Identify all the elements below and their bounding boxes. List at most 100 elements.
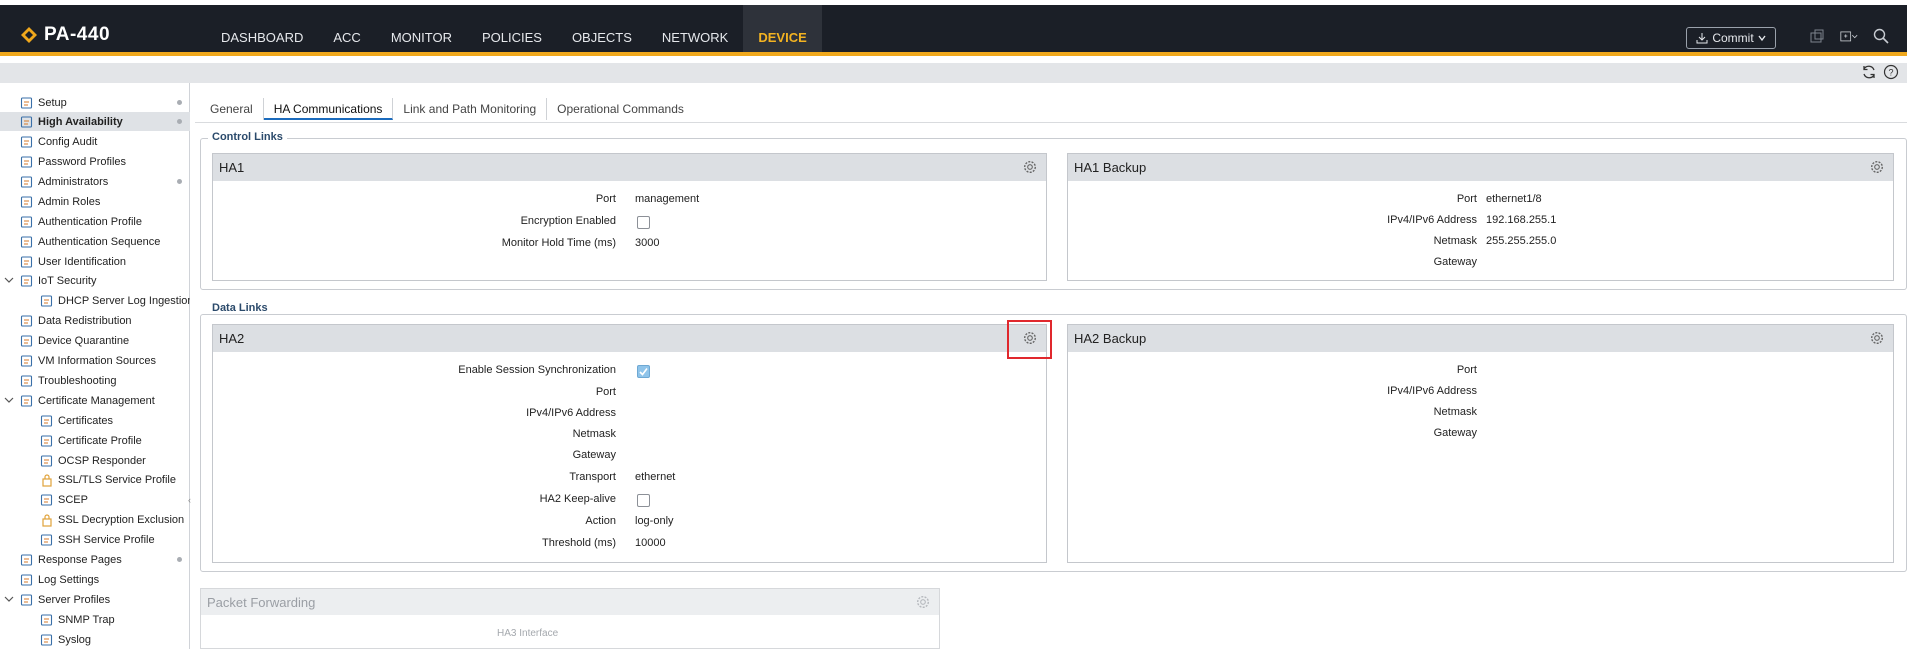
sidebar-item[interactable]: SSL/TLS Service Profile (0, 470, 190, 489)
nav-dashboard[interactable]: DASHBOARD (206, 5, 318, 52)
sidebar-item[interactable]: SSH Service Profile (0, 530, 190, 549)
ha2-sync-checkbox[interactable] (637, 365, 650, 378)
ha2-gear-highlight (1007, 320, 1052, 359)
nav-monitor[interactable]: MONITOR (376, 5, 467, 52)
nav-device[interactable]: DEVICE (743, 5, 822, 52)
chevron-down-icon (1758, 35, 1766, 42)
tab-bar: General HA Communications Link and Path … (200, 96, 694, 122)
sidebar-item-label: User Identification (38, 255, 127, 268)
ha2-action-value: log-only (635, 515, 674, 527)
nav-objects[interactable]: OBJECTS (557, 5, 647, 52)
gear-icon[interactable] (1022, 159, 1038, 175)
lock-config-icon[interactable] (1808, 27, 1826, 45)
sidebar-item[interactable]: IoT Security (0, 271, 190, 290)
sidebar-item[interactable]: User Identification (0, 252, 190, 271)
help-icon[interactable]: ? (1883, 64, 1899, 80)
sidebar-item[interactable]: Syslog (0, 630, 190, 649)
ha1-hold-value: 3000 (635, 237, 660, 249)
app-logo[interactable]: PA-440 (20, 24, 110, 46)
lock-icon (42, 513, 52, 527)
commit-button[interactable]: Commit (1686, 27, 1776, 49)
sidebar-item[interactable]: Administrators (0, 172, 190, 191)
ha2-backup-title: HA2 Backup (1074, 331, 1147, 346)
tab-ha-communications[interactable]: HA Communications (263, 98, 394, 120)
logo-icon (21, 27, 37, 43)
sidebar-item[interactable]: VM Information Sources (0, 351, 190, 370)
ha1-backup-netmask-value: 255.255.255.0 (1486, 235, 1557, 247)
sidebar-item[interactable]: Data Redistribution (0, 311, 190, 330)
scep-icon (40, 493, 53, 506)
top-icons (1808, 27, 1890, 45)
sidebar-item[interactable]: DHCP Server Log Ingestion (0, 291, 190, 310)
ha2-keepalive-checkbox[interactable] (637, 494, 650, 507)
chevron-down-icon[interactable] (4, 395, 14, 405)
ha1-hold-label: Monitor Hold Time (ms) (501, 237, 616, 249)
sidebar-item[interactable]: High Availability (0, 112, 190, 131)
app-title: PA-440 (44, 24, 111, 45)
sidebar-item[interactable]: Response Pages (0, 550, 190, 569)
sidebar-item[interactable]: Authentication Sequence (0, 232, 190, 251)
ha1-hold-row: Monitor Hold Time (ms) 3000 (213, 237, 1046, 255)
tab-link-path-monitoring[interactable]: Link and Path Monitoring (393, 98, 548, 120)
ha1-encryption-checkbox[interactable] (637, 216, 650, 229)
lock-icon (42, 473, 52, 487)
ha1-backup-netmask-label: Netmask (1433, 235, 1477, 247)
search-icon[interactable] (1872, 27, 1890, 45)
ha2-transport-value: ethernet (635, 471, 676, 483)
sidebar: Setup High Availability Config Audit Passwo… (0, 83, 190, 649)
sidebar-item-label: Authentication Sequence (38, 235, 161, 248)
sidebar-item[interactable]: Certificate Profile (0, 431, 190, 450)
config-menu-icon[interactable] (1840, 27, 1858, 45)
sidebar-item-label: Authentication Profile (38, 215, 142, 228)
refresh-icon[interactable] (1861, 64, 1877, 80)
chevron-down-icon[interactable] (4, 594, 14, 604)
ha1-backup-gateway-row: Gateway (1068, 256, 1893, 274)
sidebar-item[interactable]: Setup (0, 93, 190, 112)
sidebar-item[interactable]: Config Audit (0, 132, 190, 151)
ha2-ip-label: IPv4/IPv6 Address (526, 407, 616, 419)
ha2-backup-ip-label: IPv4/IPv6 Address (1387, 385, 1477, 397)
sidebar-item[interactable]: SNMP Trap (0, 610, 190, 629)
sidebar-item-label: High Availability (38, 115, 123, 128)
tab-operational-commands[interactable]: Operational Commands (547, 98, 694, 120)
sidebar-item[interactable]: Password Profiles (0, 152, 190, 171)
cert-mgmt-icon (20, 394, 33, 407)
nav-policies[interactable]: POLICIES (467, 5, 557, 52)
gear-icon[interactable] (1869, 330, 1885, 346)
sidebar-item[interactable]: Device Quarantine (0, 331, 190, 350)
gear-icon[interactable] (1869, 159, 1885, 175)
sub-toolbar: ? (0, 63, 1907, 83)
status-dot (177, 557, 182, 562)
sidebar-item[interactable]: Log Settings (0, 570, 190, 589)
syslog-icon (40, 633, 53, 646)
admin-icon (20, 175, 33, 188)
ha2-backup-gateway-row: Gateway (1068, 427, 1893, 445)
nav-acc[interactable]: ACC (318, 5, 375, 52)
sidebar-collapse-handle[interactable]: ‹ (188, 495, 193, 507)
sidebar-item[interactable]: SCEP (0, 490, 190, 509)
tab-general[interactable]: General (200, 98, 264, 120)
ha2-header: HA2 (213, 325, 1046, 352)
ha2-port-row: Port (213, 386, 1046, 404)
sidebar-item-label: Syslog (58, 633, 92, 646)
sidebar-item[interactable]: Certificate Management (0, 391, 190, 410)
ha1-header: HA1 (213, 154, 1046, 181)
ha1-backup-title: HA1 Backup (1074, 160, 1147, 175)
sidebar-item[interactable]: Authentication Profile (0, 212, 190, 231)
sidebar-item-label: Device Quarantine (38, 334, 130, 347)
sidebar-item[interactable]: Certificates (0, 411, 190, 430)
sidebar-item-label: Admin Roles (38, 195, 101, 208)
accent-line (0, 52, 1907, 56)
chevron-down-icon[interactable] (4, 275, 14, 285)
ha2-netmask-row: Netmask (213, 428, 1046, 446)
nav-network[interactable]: NETWORK (647, 5, 743, 52)
sidebar-item[interactable]: Server Profiles (0, 590, 190, 609)
sidebar-item[interactable]: Troubleshooting (0, 371, 190, 390)
sidebar-item[interactable]: Admin Roles (0, 192, 190, 211)
ha2-panel: HA2 Enable Session Synchronization Port … (212, 324, 1047, 563)
ha1-port-row: Port management (213, 193, 1046, 211)
ha2-transport-row: Transport ethernet (213, 471, 1046, 489)
sidebar-item[interactable]: OCSP Responder (0, 451, 190, 470)
main-nav: DASHBOARD ACC MONITOR POLICIES OBJECTS N… (206, 5, 822, 52)
sidebar-item[interactable]: SSL Decryption Exclusion (0, 510, 190, 529)
